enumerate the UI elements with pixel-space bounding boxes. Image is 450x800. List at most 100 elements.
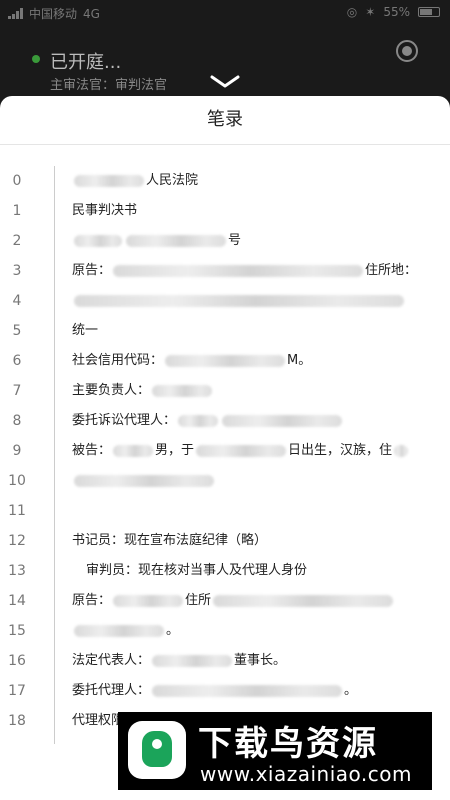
transcript-text: 代理权限 xyxy=(72,713,125,728)
transcript-text: 社会信用代码： xyxy=(72,353,164,368)
redacted-text xyxy=(74,625,164,637)
redacted-text xyxy=(113,265,364,277)
transcript-text: 审判员：现在核对当事人及代理人身份 xyxy=(86,563,308,578)
chevron-down-icon[interactable] xyxy=(209,74,241,90)
transcript-text: 法定代表人： xyxy=(72,653,151,668)
transcript-text: 委托代理人： xyxy=(72,683,151,698)
sheet-title: 笔录 xyxy=(207,109,243,130)
transcript-line: 号 xyxy=(72,226,241,256)
gutter-divider xyxy=(54,166,55,744)
transcript-line: 。 xyxy=(72,616,179,646)
line-number: 9 xyxy=(12,443,22,459)
line-number: 7 xyxy=(12,383,22,399)
transcript-text: 日出生，汉族，住 xyxy=(288,443,393,458)
line-number: 13 xyxy=(8,563,26,579)
transcript-text: 被告： xyxy=(72,443,112,458)
line-number: 3 xyxy=(12,263,22,279)
transcript-text: 男，于 xyxy=(155,443,195,458)
transcript-text: 住所地： xyxy=(365,263,418,278)
transcript-line: 人民法院 xyxy=(72,166,198,196)
signal-icon xyxy=(8,8,23,19)
transcript-line: 代理权限 xyxy=(72,706,124,736)
bird-logo-icon xyxy=(128,721,186,779)
redacted-text xyxy=(113,445,154,457)
redacted-text xyxy=(126,235,226,247)
redacted-text xyxy=(74,175,144,187)
line-number: 5 xyxy=(12,323,22,339)
line-number: 16 xyxy=(8,653,26,669)
transcript-text: M。 xyxy=(287,353,312,368)
redacted-text xyxy=(74,235,122,247)
transcript-line: 书记员：现在宣布法庭纪律（略） xyxy=(72,526,267,556)
transcript-text: 原告： xyxy=(72,263,112,278)
transcript-line: 委托代理人： 。 xyxy=(72,676,357,706)
transcript-line: 统一 xyxy=(72,316,98,346)
redacted-text xyxy=(152,685,343,697)
watermark-title: 下载鸟资源 xyxy=(198,724,378,764)
transcript-line: 社会信用代码： M。 xyxy=(72,346,311,376)
location-icon: ◎ xyxy=(346,5,358,19)
redacted-text xyxy=(394,445,409,457)
battery-label: 55% xyxy=(383,5,410,19)
network-label: 4G xyxy=(83,6,100,21)
line-number: 2 xyxy=(12,233,22,249)
redacted-text xyxy=(152,655,233,667)
line-number: 10 xyxy=(8,473,26,489)
line-number: 15 xyxy=(8,623,26,639)
transcript-line: 法定代表人： 董事长。 xyxy=(72,646,286,676)
transcript-text: 民事判决书 xyxy=(72,203,138,218)
line-number: 1 xyxy=(12,203,22,219)
battery-icon xyxy=(418,7,440,17)
redacted-text xyxy=(222,415,343,427)
redacted-text xyxy=(213,595,394,607)
redacted-text xyxy=(74,295,404,307)
carrier-label: 中国移动 xyxy=(29,7,78,21)
redacted-text xyxy=(196,445,287,457)
presiding-judge: 主审法官：审判法官 xyxy=(50,78,168,93)
transcript-line: 原告： 住所 xyxy=(72,586,395,616)
line-number: 6 xyxy=(12,353,22,369)
redacted-text xyxy=(152,385,213,397)
transcript-text: 书记员：现在宣布法庭纪律（略） xyxy=(72,533,268,548)
transcript-line: 委托诉讼代理人： xyxy=(72,406,344,436)
watermark-url: www.xiazainiao.com xyxy=(200,762,412,786)
transcript-text: 号 xyxy=(228,233,242,248)
transcript-line: 审判员：现在核对当事人及代理人身份 xyxy=(86,556,307,586)
line-number: 4 xyxy=(12,293,22,309)
transcript-text: 。 xyxy=(166,623,180,638)
redacted-text xyxy=(74,475,214,487)
transcript-text: 住所 xyxy=(185,593,212,608)
transcript-text: 统一 xyxy=(72,323,99,338)
hearing-header: 已开庭... 主审法官：审判法官 xyxy=(0,30,450,96)
transcript-line: 主要负责人： xyxy=(72,376,214,406)
transcript-text: 主要负责人： xyxy=(72,383,151,398)
title-divider xyxy=(0,144,450,145)
transcript-line xyxy=(72,466,216,496)
transcript-text: 委托诉讼代理人： xyxy=(72,413,177,428)
bluetooth-icon: ✶ xyxy=(365,5,376,19)
line-number: 14 xyxy=(8,593,26,609)
transcript-line: 原告： 住所地： xyxy=(72,256,417,286)
transcript-line: 被告： 男，于 日出生，汉族，住 xyxy=(72,436,410,466)
live-status-dot xyxy=(32,55,40,63)
line-number: 17 xyxy=(8,683,26,699)
transcript-text: 。 xyxy=(344,683,358,698)
transcript-line: 民事判决书 xyxy=(72,196,137,226)
line-number: 18 xyxy=(8,713,26,729)
transcript-text: 董事长。 xyxy=(234,653,287,668)
line-number: 0 xyxy=(12,173,22,189)
line-number: 11 xyxy=(8,503,26,519)
redacted-text xyxy=(165,355,286,367)
transcript-text: 人民法院 xyxy=(146,173,199,188)
hearing-status: 已开庭... xyxy=(50,52,122,73)
redacted-text xyxy=(178,415,219,427)
record-icon[interactable] xyxy=(396,40,418,62)
transcript-line xyxy=(72,286,406,316)
line-number: 12 xyxy=(8,533,26,549)
redacted-text xyxy=(113,595,184,607)
transcript-text: 原告： xyxy=(72,593,112,608)
transcript-sheet: 笔录 0 1 2 3 4 5 6 7 8 9 10 11 12 13 14 15 16 17 18 人民法院 民事判决… xyxy=(0,96,450,800)
status-bar: 中国移动 4G ◎ ✶ 55% xyxy=(0,0,450,24)
line-number: 8 xyxy=(12,413,22,429)
watermark-banner: 下载鸟资源 www.xiazainiao.com xyxy=(118,712,432,790)
